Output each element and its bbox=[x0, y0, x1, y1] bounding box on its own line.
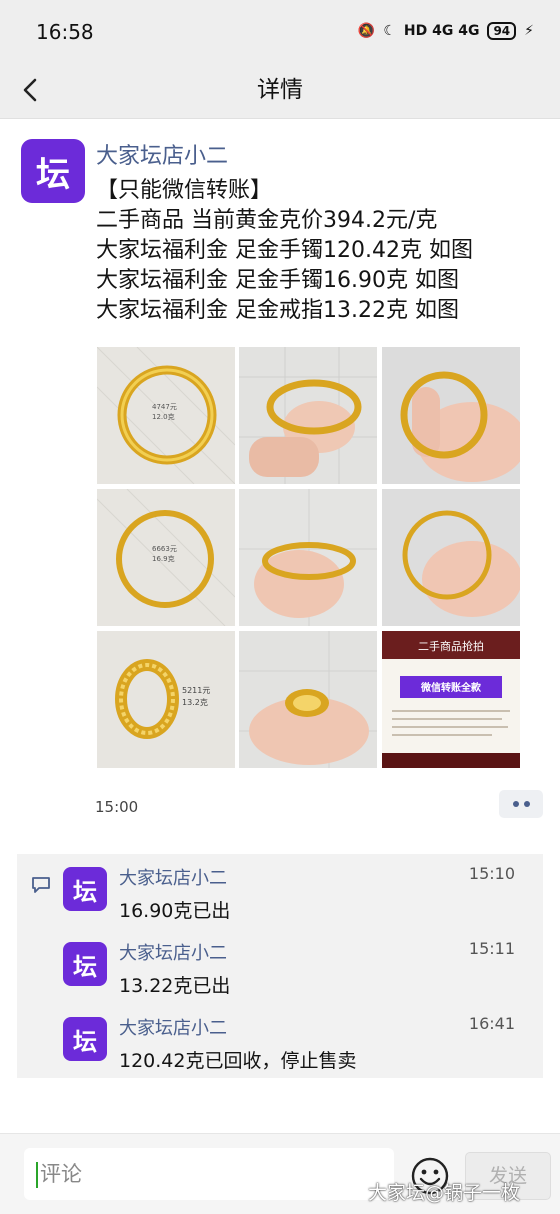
comment-time: 15:11 bbox=[468, 939, 515, 958]
photo-hand-bangle-1[interactable] bbox=[239, 347, 377, 484]
comment-item[interactable]: 坛 大家坛店小二 16:41 120.42克已回收，停止售卖 bbox=[17, 1004, 543, 1078]
post-line: 大家坛福利金 足金戒指13.22克 如图 bbox=[96, 298, 459, 323]
comment-author[interactable]: 大家坛店小二 bbox=[119, 1014, 227, 1040]
photo-ring-1[interactable]: 5211元 13.2克 bbox=[97, 631, 235, 768]
moon-icon: ☾ bbox=[383, 23, 396, 39]
comment-item[interactable]: 坛 大家坛店小二 15:11 13.22克已出 bbox=[17, 929, 543, 1003]
comment-item[interactable]: 坛 大家坛店小二 15:10 16.90克已出 bbox=[17, 854, 543, 928]
post-line: 【只能微信转账】 bbox=[96, 178, 273, 203]
svg-text:16.9克: 16.9克 bbox=[152, 555, 175, 563]
comment-time: 15:10 bbox=[468, 864, 515, 883]
comment-input-placeholder: 评论 bbox=[40, 1162, 82, 1186]
promo-header: 二手商品抢拍 bbox=[418, 639, 484, 653]
mute-icon: 🔕 bbox=[357, 23, 376, 39]
status-bar: 16:58 🔕 ☾ HD 4G 4G 94 ⚡ bbox=[0, 0, 560, 62]
comment-avatar[interactable]: 坛 bbox=[63, 1017, 107, 1061]
nav-bar: 详情 bbox=[0, 62, 560, 119]
comment-author[interactable]: 大家坛店小二 bbox=[119, 939, 227, 965]
comment-avatar[interactable]: 坛 bbox=[63, 867, 107, 911]
post-author[interactable]: 大家坛店小二 bbox=[96, 138, 228, 170]
comment-author[interactable]: 大家坛店小二 bbox=[119, 864, 227, 890]
avatar[interactable]: 坛 bbox=[21, 139, 85, 203]
image-grid: 4747元 12.0克 6663元 16.9克 5211元 13.2克 二手商品… bbox=[97, 347, 520, 768]
comments-section: 坛 大家坛店小二 15:10 16.90克已出 坛 大家坛店小二 15:11 1… bbox=[17, 854, 543, 1078]
photo-hand-bangle-3[interactable] bbox=[239, 489, 377, 626]
comment-text: 120.42克已回收，停止售卖 bbox=[119, 1050, 357, 1072]
comment-input[interactable]: 评论 bbox=[24, 1148, 394, 1200]
promo-button-text: 微信转账全款 bbox=[420, 681, 482, 694]
svg-text:6663元: 6663元 bbox=[152, 545, 177, 553]
photo-hand-ring[interactable] bbox=[239, 631, 377, 768]
comment-text: 16.90克已出 bbox=[119, 900, 231, 922]
battery-icon: 94 bbox=[487, 22, 517, 40]
photo-bangle-1[interactable]: 4747元 12.0克 bbox=[97, 347, 235, 484]
post-line: 大家坛福利金 足金手镯120.42克 如图 bbox=[96, 238, 473, 263]
page-title: 详情 bbox=[257, 77, 303, 103]
comment-avatar[interactable]: 坛 bbox=[63, 942, 107, 986]
status-icons: 🔕 ☾ HD 4G 4G 94 ⚡ bbox=[358, 22, 534, 40]
photo-bangle-2[interactable]: 6663元 16.9克 bbox=[97, 489, 235, 626]
post-body: 【只能微信转账】 二手商品 当前黄金克价394.2元/克 大家坛福利金 足金手镯… bbox=[96, 176, 536, 326]
comment-time: 16:41 bbox=[468, 1014, 515, 1033]
post-line: 二手商品 当前黄金克价394.2元/克 bbox=[96, 208, 438, 233]
status-time: 16:58 bbox=[36, 20, 94, 44]
post-time: 15:00 bbox=[95, 798, 139, 816]
svg-text:13.2克: 13.2克 bbox=[182, 698, 208, 707]
svg-text:5211元: 5211元 bbox=[182, 686, 210, 695]
more-options-button[interactable] bbox=[499, 790, 543, 818]
photo-promo[interactable]: 二手商品抢拍 微信转账全款 bbox=[382, 631, 520, 768]
svg-text:12.0克: 12.0克 bbox=[152, 413, 175, 421]
post-line: 大家坛福利金 足金手镯16.90克 如图 bbox=[96, 268, 459, 293]
watermark: 大家坛@锅子一枚 bbox=[368, 1182, 521, 1204]
photo-hand-bangle-2[interactable] bbox=[382, 347, 520, 484]
network-indicator: HD 4G 4G bbox=[403, 23, 480, 39]
svg-text:4747元: 4747元 bbox=[152, 403, 177, 411]
photo-hand-bangle-4[interactable] bbox=[382, 489, 520, 626]
charging-icon: ⚡ bbox=[524, 23, 534, 39]
comment-text: 13.22克已出 bbox=[119, 975, 231, 997]
